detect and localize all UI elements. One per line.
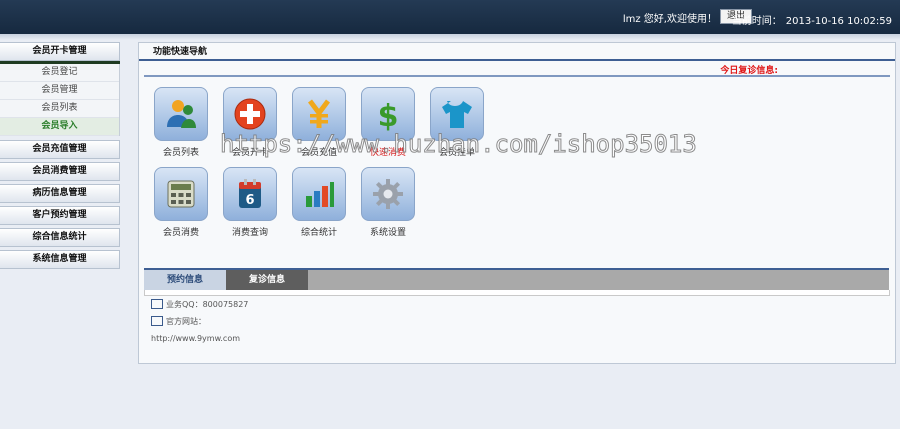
tile-member-list[interactable]: 会员列表 [153, 87, 209, 158]
sidebar-group-consume[interactable]: 会员消费管理 [0, 162, 120, 181]
user-icon [154, 87, 208, 141]
contact-site: 官方网站： [151, 315, 206, 327]
sidebar-group-system[interactable]: 系统信息管理 [0, 250, 120, 269]
qq-text: 业务QQ：800075827 [166, 300, 249, 309]
tile-label: 会员挂单 [438, 148, 475, 158]
sidebar-group-recharge[interactable]: 会员充值管理 [0, 140, 120, 159]
yen-icon [292, 87, 346, 141]
time-value: 2013-10-16 10:02:59 [785, 16, 892, 27]
tile-open-card[interactable]: 会员开卡 [222, 87, 278, 158]
bar-chart-icon [292, 167, 346, 221]
tile-label: 会员开卡 [231, 148, 268, 158]
sidebar: 会员开卡管理 会员登记 会员管理 会员列表 会员导入 会员充值管理 会员消费管理… [0, 42, 120, 272]
tile-label: 综合统计 [300, 228, 337, 238]
sidebar-item-import[interactable]: 会员导入 [0, 118, 119, 136]
tile-label: 系统设置 [369, 228, 406, 238]
info-tabs: 预约信息 复诊信息 [144, 268, 889, 290]
user-greeting: lmz 您好,欢迎使用！ [622, 14, 717, 25]
header-stripe [0, 34, 900, 40]
tile-label: 快速消费 [369, 148, 406, 158]
tile-label: 会员消费 [162, 228, 199, 238]
clock: 当前时间： 2013-10-16 10:02:59 [732, 12, 892, 27]
notice-row: 今日复诊信息: [144, 61, 890, 77]
time-label: 当前时间： [731, 16, 782, 27]
gear-icon [361, 167, 415, 221]
tab-content [144, 290, 890, 296]
tab-appointments[interactable]: 预约信息 [144, 270, 226, 290]
panel-title: 功能快速导航 [139, 43, 895, 61]
sidebar-group-appointments[interactable]: 客户预约管理 [0, 206, 120, 225]
tile-statistics[interactable]: 综合统计 [291, 167, 347, 238]
sidebar-item-register[interactable]: 会员登记 [0, 64, 119, 82]
tile-member-consume[interactable]: 会员消费 [153, 167, 209, 238]
followup-notice: 今日复诊信息: [720, 66, 778, 76]
tile-consume-query[interactable]: 6 消费查询 [222, 167, 278, 238]
tile-label: 会员充值 [300, 148, 337, 158]
tile-settings[interactable]: 系统设置 [360, 167, 416, 238]
top-bar: lmz 您好,欢迎使用！ 退出 当前时间： 2013-10-16 10:02:59 [0, 0, 900, 34]
plus-icon [223, 87, 277, 141]
main-panel: 功能快速导航 今日复诊信息: 会员列表 会员开卡 会员充值 $ 快速消费 会员挂… [138, 42, 896, 364]
svg-text:$: $ [378, 99, 399, 132]
tab-followup[interactable]: 复诊信息 [226, 270, 308, 290]
tile-label: 会员列表 [162, 148, 199, 158]
contact-qq: 业务QQ：800075827 [151, 298, 249, 310]
calendar-icon: 6 [223, 167, 277, 221]
sidebar-item-list[interactable]: 会员列表 [0, 100, 119, 118]
site-label: 官方网站： [166, 317, 206, 326]
svg-text:6: 6 [245, 193, 254, 208]
mail-icon [151, 298, 163, 309]
tile-recharge[interactable]: 会员充值 [291, 87, 347, 158]
site-url[interactable]: http://www.9ymw.com [151, 334, 240, 343]
sidebar-group-statistics[interactable]: 综合信息统计 [0, 228, 120, 247]
tile-quick-consume[interactable]: $ 快速消费 [360, 87, 416, 158]
web-icon [151, 315, 163, 326]
shirt-icon [430, 87, 484, 141]
sidebar-group-card-management[interactable]: 会员开卡管理 [0, 42, 120, 61]
calculator-icon [154, 167, 208, 221]
sidebar-submenu: 会员登记 会员管理 会员列表 会员导入 [0, 64, 120, 136]
tile-label: 消费查询 [231, 228, 268, 238]
tile-hang-order[interactable]: 会员挂单 [429, 87, 485, 158]
sidebar-item-manage[interactable]: 会员管理 [0, 82, 119, 100]
sidebar-group-records[interactable]: 病历信息管理 [0, 184, 120, 203]
dollar-icon: $ [361, 87, 415, 141]
